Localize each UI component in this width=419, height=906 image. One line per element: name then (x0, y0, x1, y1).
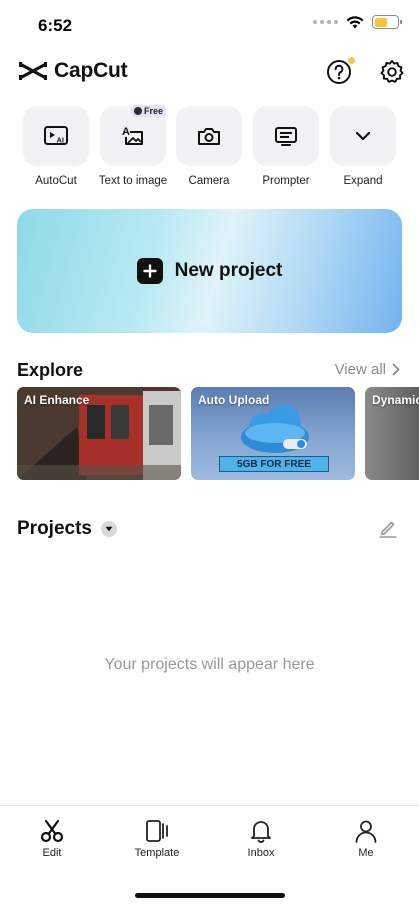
free-badge: Free (130, 105, 166, 117)
svg-text:A: A (122, 126, 130, 138)
svg-text:AI: AI (57, 136, 65, 145)
caret-down-icon (105, 526, 113, 532)
free-badge-label: Free (143, 106, 163, 116)
tab-label: Inbox (247, 847, 275, 859)
projects-title[interactable]: Projects (17, 518, 92, 540)
tab-inbox[interactable]: Inbox (221, 818, 301, 859)
notification-dot (348, 57, 355, 64)
view-all-label: View all (334, 361, 386, 378)
quick-action-label: Camera (188, 175, 230, 187)
text-to-image-icon: A (122, 126, 143, 145)
person-icon (353, 818, 379, 844)
explore-card-ai-enhance[interactable]: AI Enhance (17, 387, 181, 480)
quick-action-label: Prompter (262, 175, 310, 187)
quick-action-camera[interactable]: Camera (169, 106, 249, 187)
pencil-icon (379, 521, 397, 538)
tab-label: Me (358, 847, 374, 859)
bottom-tab-bar: Edit Template Inbox Me (0, 805, 419, 906)
quick-action-label: AutoCut (35, 175, 77, 187)
new-project-label: New project (174, 260, 283, 281)
explore-title: Explore (17, 360, 84, 380)
edit-projects-button[interactable] (378, 518, 398, 538)
projects-sort-dropdown[interactable] (101, 521, 117, 537)
projects-header: Projects (17, 516, 402, 542)
settings-button[interactable] (379, 59, 405, 85)
autocut-tile[interactable]: AI (23, 106, 89, 166)
tab-me[interactable]: Me (326, 818, 406, 859)
text-to-image-tile[interactable]: A Free (100, 105, 166, 166)
plus-icon (136, 258, 163, 284)
wifi-icon (346, 15, 364, 28)
expand-tile[interactable] (330, 106, 396, 166)
status-bar: 6:52 (0, 0, 419, 50)
app-header: CapCut (0, 55, 419, 91)
tab-edit[interactable]: Edit (12, 818, 92, 859)
quick-actions: AI AutoCut A Free Text to image Camera P… (0, 105, 419, 192)
app-name: CapCut (54, 59, 128, 82)
explore-card-label: Auto Upload (198, 393, 270, 407)
view-all-link[interactable]: View all (335, 361, 400, 378)
home-indicator[interactable] (135, 893, 285, 898)
template-icon (144, 818, 170, 844)
prompter-tile[interactable] (253, 106, 319, 166)
new-project-button[interactable]: New project (17, 209, 402, 333)
chevron-down-icon (355, 131, 371, 141)
gear-icon (380, 60, 404, 83)
prompter-icon (275, 127, 297, 146)
quick-action-prompter[interactable]: Prompter (246, 106, 326, 187)
battery-icon (372, 15, 402, 29)
storage-offer-banner: 5GB FOR FREE (219, 456, 329, 472)
autocut-icon: AI (44, 126, 68, 145)
tab-label: Template (134, 847, 180, 859)
explore-card-label: Dynamic (372, 393, 419, 407)
chevron-right-icon (392, 363, 400, 376)
clock-icon (133, 107, 142, 115)
tab-label: Edit (42, 847, 62, 859)
explore-card-label: AI Enhance (24, 393, 90, 407)
quick-action-expand[interactable]: Expand (323, 106, 403, 187)
explore-carousel[interactable]: AI Enhance Auto Upload 5GB FOR FREE Dyna… (17, 387, 419, 481)
status-indicators (313, 15, 402, 29)
explore-card-auto-upload[interactable]: Auto Upload 5GB FOR FREE (191, 387, 355, 480)
camera-tile[interactable] (176, 106, 242, 166)
tab-template[interactable]: Template (117, 818, 197, 859)
quick-action-label: Text to image (98, 175, 168, 187)
battery-level (374, 17, 387, 27)
signal-icon (313, 20, 338, 24)
explore-card-dynamic[interactable]: Dynamic (365, 387, 419, 480)
status-time: 6:52 (38, 16, 73, 35)
quick-action-label: Expand (343, 175, 383, 187)
camera-icon (198, 128, 220, 145)
capcut-logo-icon (19, 62, 47, 80)
explore-header: Explore View all (17, 358, 402, 382)
quick-action-text-to-image[interactable]: A Free Text to image (93, 105, 173, 187)
bell-icon (248, 818, 274, 844)
help-button[interactable] (326, 57, 355, 85)
scissors-icon (39, 818, 65, 844)
projects-empty-state: Your projects will appear here (104, 656, 315, 673)
quick-action-autocut[interactable]: AI AutoCut (16, 106, 96, 187)
capcut-logo: CapCut (18, 59, 128, 83)
